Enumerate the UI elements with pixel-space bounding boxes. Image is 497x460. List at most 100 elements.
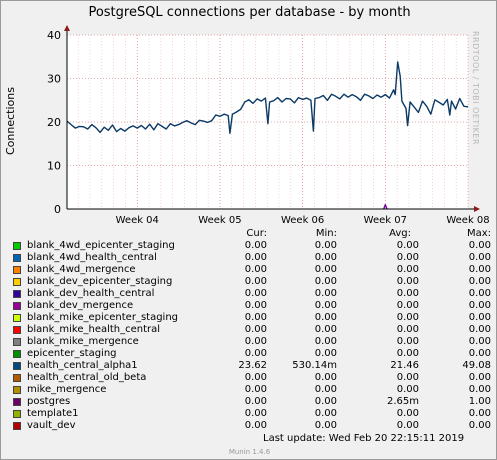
- legend-row: vault_dev 0.00 0.00 0.00 0.00: [11, 420, 491, 432]
- legend-cur-value: 0.00: [244, 300, 267, 311]
- legend-max-value: 0.00: [468, 324, 491, 335]
- legend-max-value: 0.00: [468, 252, 491, 263]
- legend-row: health_central_alpha1 23.62 530.14m 21.46 49…: [11, 360, 491, 372]
- legend-swatch: [13, 350, 21, 358]
- legend-cur-value: 0.00: [244, 276, 267, 287]
- legend-row: template1 0.00 0.00 0.00 0.00: [11, 408, 491, 420]
- legend-row: blank_4wd_mergence 0.00 0.00 0.00 0.00: [11, 264, 491, 276]
- legend: Cur: Min: Avg: Max: blank_4wd_epicenter_…: [11, 228, 491, 432]
- legend-avg-value: 0.00: [396, 372, 419, 383]
- plot-area: 0 10 20 30 40 Week 04 Week 05 Week 06 Week 07 Wee…: [47, 25, 490, 226]
- legend-swatch: [13, 362, 21, 370]
- legend-series-name: blank_mike_epicenter_staging: [27, 312, 179, 323]
- legend-cur-value: 0.00: [244, 264, 267, 275]
- legend-row: blank_4wd_epicenter_staging 0.00 0.00 0.00 0…: [11, 240, 491, 252]
- legend-max-value: 0.00: [468, 300, 491, 311]
- legend-series-name: mike_mergence: [27, 384, 107, 395]
- legend-swatch: [13, 374, 21, 382]
- legend-swatch: [13, 266, 21, 274]
- legend-row: blank_mike_epicenter_staging 0.00 0.00 0.00…: [11, 312, 491, 324]
- legend-swatch: [13, 302, 21, 310]
- legend-cur-value: 0.00: [244, 396, 267, 407]
- legend-avg-value: 0.00: [396, 276, 419, 287]
- legend-header-max: Max:: [466, 228, 491, 239]
- legend-cur-value: 0.00: [244, 240, 267, 251]
- y-axis-arrow: [64, 25, 70, 31]
- legend-max-value: 0.00: [468, 408, 491, 419]
- x-tick-label: Week 08: [446, 215, 489, 226]
- legend-row: blank_dev_epicenter_staging 0.00 0.00 0.00 0…: [11, 276, 491, 288]
- legend-cur-value: 0.00: [244, 252, 267, 263]
- legend-max-value: 0.00: [468, 288, 491, 299]
- legend-min-value: 0.00: [314, 420, 337, 431]
- legend-min-value: 0.00: [314, 372, 337, 383]
- y-tick-label: 40: [47, 29, 61, 42]
- legend-cur-value: 0.00: [244, 384, 267, 395]
- legend-min-value: 0.00: [314, 408, 337, 419]
- y-tick-label: 20: [47, 116, 61, 129]
- x-tick-label: Week 06: [281, 215, 324, 226]
- legend-min-value: 0.00: [314, 312, 337, 323]
- legend-series-name: blank_dev_epicenter_staging: [27, 276, 173, 287]
- x-axis-arrow: [474, 206, 480, 212]
- legend-series-name: blank_4wd_health_central: [27, 252, 157, 263]
- legend-min-value: 0.00: [314, 396, 337, 407]
- legend-min-value: 0.00: [314, 336, 337, 347]
- legend-swatch: [13, 254, 21, 262]
- legend-min-value: 0.00: [314, 348, 337, 359]
- legend-swatch: [13, 410, 21, 418]
- legend-swatch: [13, 242, 21, 250]
- legend-header: Cur: Min: Avg: Max:: [11, 228, 491, 240]
- legend-series-name: blank_4wd_epicenter_staging: [27, 240, 175, 251]
- legend-max-value: 0.00: [468, 240, 491, 251]
- x-tick-label: Week 05: [198, 215, 241, 226]
- legend-swatch: [13, 398, 21, 406]
- legend-swatch: [13, 278, 21, 286]
- y-tick-label: 10: [47, 160, 61, 173]
- legend-cur-value: 0.00: [244, 372, 267, 383]
- legend-swatch: [13, 422, 21, 430]
- legend-row: blank_mike_health_central 0.00 0.00 0.00 0.0…: [11, 324, 491, 336]
- graph-frame: { "chart_data": { "type": "line", "title…: [0, 0, 497, 460]
- legend-swatch: [13, 314, 21, 322]
- legend-header-avg: Avg:: [389, 228, 411, 239]
- legend-avg-value: 0.00: [396, 300, 419, 311]
- legend-avg-value: 0.00: [396, 288, 419, 299]
- legend-max-value: 0.00: [468, 276, 491, 287]
- munin-version: Munin 1.4.6: [228, 448, 271, 456]
- legend-max-value: 49.08: [462, 360, 491, 371]
- legend-swatch: [13, 290, 21, 298]
- legend-row: blank_4wd_health_central 0.00 0.00 0.00 0.00: [11, 252, 491, 264]
- legend-series-name: health_central_alpha1: [27, 360, 138, 371]
- legend-avg-value: 0.00: [396, 336, 419, 347]
- y-tick-label: 30: [47, 73, 61, 86]
- legend-avg-value: 0.00: [396, 252, 419, 263]
- legend-cur-value: 0.00: [244, 408, 267, 419]
- legend-avg-value: 0.00: [396, 384, 419, 395]
- legend-max-value: 0.00: [468, 384, 491, 395]
- legend-series-name: epicenter_staging: [27, 348, 117, 359]
- legend-series-name: blank_dev_health_central: [27, 288, 155, 299]
- legend-max-value: 1.00: [468, 396, 491, 407]
- legend-min-value: 0.00: [314, 288, 337, 299]
- legend-series-name: template1: [27, 408, 79, 419]
- legend-cur-value: 0.00: [244, 348, 267, 359]
- legend-avg-value: 0.00: [396, 312, 419, 323]
- legend-min-value: 0.00: [314, 324, 337, 335]
- legend-avg-value: 2.65m: [386, 396, 419, 407]
- legend-series-name: vault_dev: [27, 420, 76, 431]
- legend-avg-value: 0.00: [396, 264, 419, 275]
- legend-avg-value: 0.00: [396, 324, 419, 335]
- legend-series-name: blank_4wd_mergence: [27, 264, 136, 275]
- legend-min-value: 0.00: [314, 240, 337, 251]
- legend-header-cur: Cur:: [246, 228, 267, 239]
- legend-cur-value: 0.00: [244, 324, 267, 335]
- legend-series-name: postgres: [27, 396, 71, 407]
- legend-row: postgres 0.00 0.00 2.65m 1.00: [11, 396, 491, 408]
- legend-min-value: 0.00: [314, 264, 337, 275]
- legend-min-value: 530.14m: [292, 360, 337, 371]
- legend-cur-value: 0.00: [244, 288, 267, 299]
- legend-min-value: 0.00: [314, 276, 337, 287]
- legend-max-value: 0.00: [468, 264, 491, 275]
- legend-series-name: blank_mike_mergence: [27, 336, 139, 347]
